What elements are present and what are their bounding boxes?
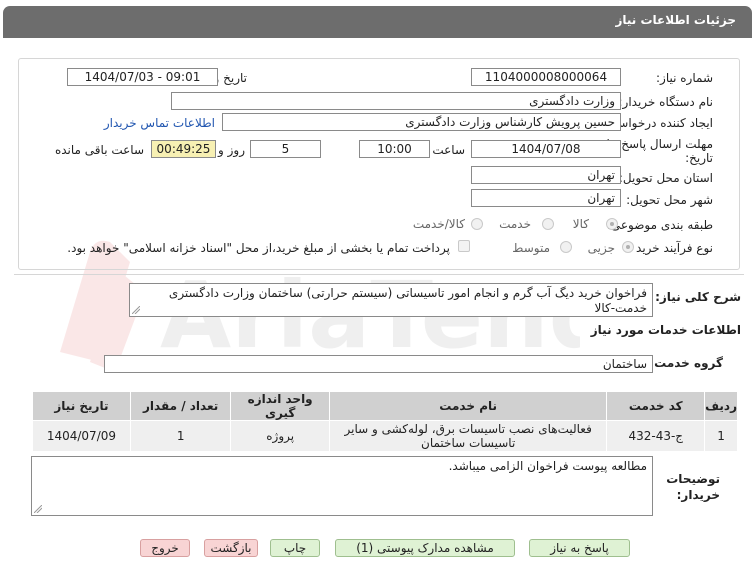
service-group-field: ساختمان <box>104 355 653 373</box>
treasury-payment-checkbox[interactable] <box>458 240 470 252</box>
remaining-label: ساعت باقی مانده <box>54 143 144 157</box>
treasury-payment-note: پرداخت تمام یا بخشی از مبلغ خرید،از محل … <box>67 241 450 255</box>
category-goods-service-label: کالا/خدمت <box>412 217 465 231</box>
cell-need-date: 1404/07/09 <box>32 420 131 452</box>
city-label: شهر محل تحویل: <box>626 193 713 207</box>
notes-text: مطالعه پیوست فراخوان الزامی میباشد. <box>448 459 647 473</box>
col-service-name: نام خدمت <box>328 391 608 421</box>
divider <box>14 274 744 275</box>
category-service-radio[interactable] <box>542 218 554 230</box>
remaining-time-field: 00:49:25 <box>151 140 216 158</box>
process-medium-radio[interactable] <box>560 241 572 253</box>
services-table: ردیف کد خدمت نام خدمت واحد اندازه گیری ت… <box>32 391 738 452</box>
cell-unit: پروژه <box>230 420 330 452</box>
col-unit: واحد اندازه گیری <box>230 391 330 421</box>
province-label: استان محل تحویل: <box>618 171 713 185</box>
notes-label: توضیحات <box>666 472 720 486</box>
city-field: تهران <box>471 189 621 207</box>
services-section-title: اطلاعات خدمات مورد نیاز <box>590 323 741 337</box>
deadline-label: مهلت ارسال پاسخ: تا <box>606 137 713 151</box>
title-box: جزئیات اطلاعات نیاز <box>3 6 752 38</box>
description-label: شرح کلی نیاز: <box>655 290 741 304</box>
resize-grip-icon[interactable] <box>34 505 42 513</box>
form-panel <box>18 58 740 270</box>
deadline-date-field: 1404/07/08 <box>471 140 621 158</box>
table-row: 1 ج-43-432 فعالیت‌های نصب تاسیسات برق، ل… <box>32 420 738 452</box>
cell-service-name: فعالیت‌های نصب تاسیسات برق، لوله‌کشی و س… <box>328 420 608 452</box>
province-field: تهران <box>471 166 621 184</box>
reply-button[interactable]: پاسخ به نیاز <box>529 539 630 557</box>
announce-field: 1404/07/03 - 09:01 <box>67 68 218 86</box>
description-text: فراخوان خرید دیگ آب گرم و انجام امور تاس… <box>168 286 647 315</box>
cell-service-code: ج-43-432 <box>606 420 706 452</box>
days-label: روز و <box>218 143 245 157</box>
category-service-label: خدمت <box>499 217 531 231</box>
days-field: 5 <box>250 140 321 158</box>
description-textarea: فراخوان خرید دیگ آب گرم و انجام امور تاس… <box>129 283 653 317</box>
title-bar: جزئیات اطلاعات نیاز <box>0 0 755 38</box>
time-label: ساعت <box>432 143 465 157</box>
col-row: ردیف <box>704 391 738 421</box>
resize-grip-icon[interactable] <box>132 306 140 314</box>
process-label: نوع فرآیند خرید : <box>628 241 713 255</box>
col-service-code: کد خدمت <box>606 391 706 421</box>
category-goods-label: کالا <box>572 217 589 231</box>
service-group-label: گروه خدمت: <box>649 356 723 370</box>
process-minor-radio[interactable] <box>622 241 634 253</box>
deadline-label-date: تاریخ: <box>685 151 713 165</box>
creator-field: حسین پرویش کارشناس وزارت دادگستری <box>222 113 621 131</box>
category-goods-radio[interactable] <box>606 218 618 230</box>
print-button[interactable]: چاپ <box>270 539 320 557</box>
table-header-row: ردیف کد خدمت نام خدمت واحد اندازه گیری ت… <box>32 391 738 421</box>
page-title: جزئیات اطلاعات نیاز <box>615 13 736 27</box>
exit-button[interactable]: خروج <box>140 539 190 557</box>
deadline-time-field: 10:00 <box>359 140 430 158</box>
buyer-label: نام دستگاه خریدار: <box>618 95 714 109</box>
notes-label-buyer: خریدار: <box>676 488 720 502</box>
col-quantity: تعداد / مقدار <box>129 391 232 421</box>
cell-quantity: 1 <box>129 420 232 452</box>
category-goods-service-radio[interactable] <box>471 218 483 230</box>
cell-row: 1 <box>704 420 738 452</box>
process-minor-label: جزیی <box>587 241 615 255</box>
buyer-contact-link[interactable]: اطلاعات تماس خریدار <box>104 116 215 130</box>
category-label: طبقه بندی موضوعی: <box>606 218 713 232</box>
col-need-date: تاریخ نیاز <box>32 391 131 421</box>
process-medium-label: متوسط <box>512 241 550 255</box>
buyer-field: وزارت دادگستری <box>171 92 621 110</box>
notes-textarea: مطالعه پیوست فراخوان الزامی میباشد. <box>31 456 653 516</box>
attachments-button[interactable]: مشاهده مدارک پیوستی (1) <box>335 539 515 557</box>
back-button[interactable]: بازگشت <box>204 539 258 557</box>
need-number-field: 1104000008000064 <box>471 68 621 86</box>
need-number-label: شماره نیاز: <box>656 71 713 85</box>
